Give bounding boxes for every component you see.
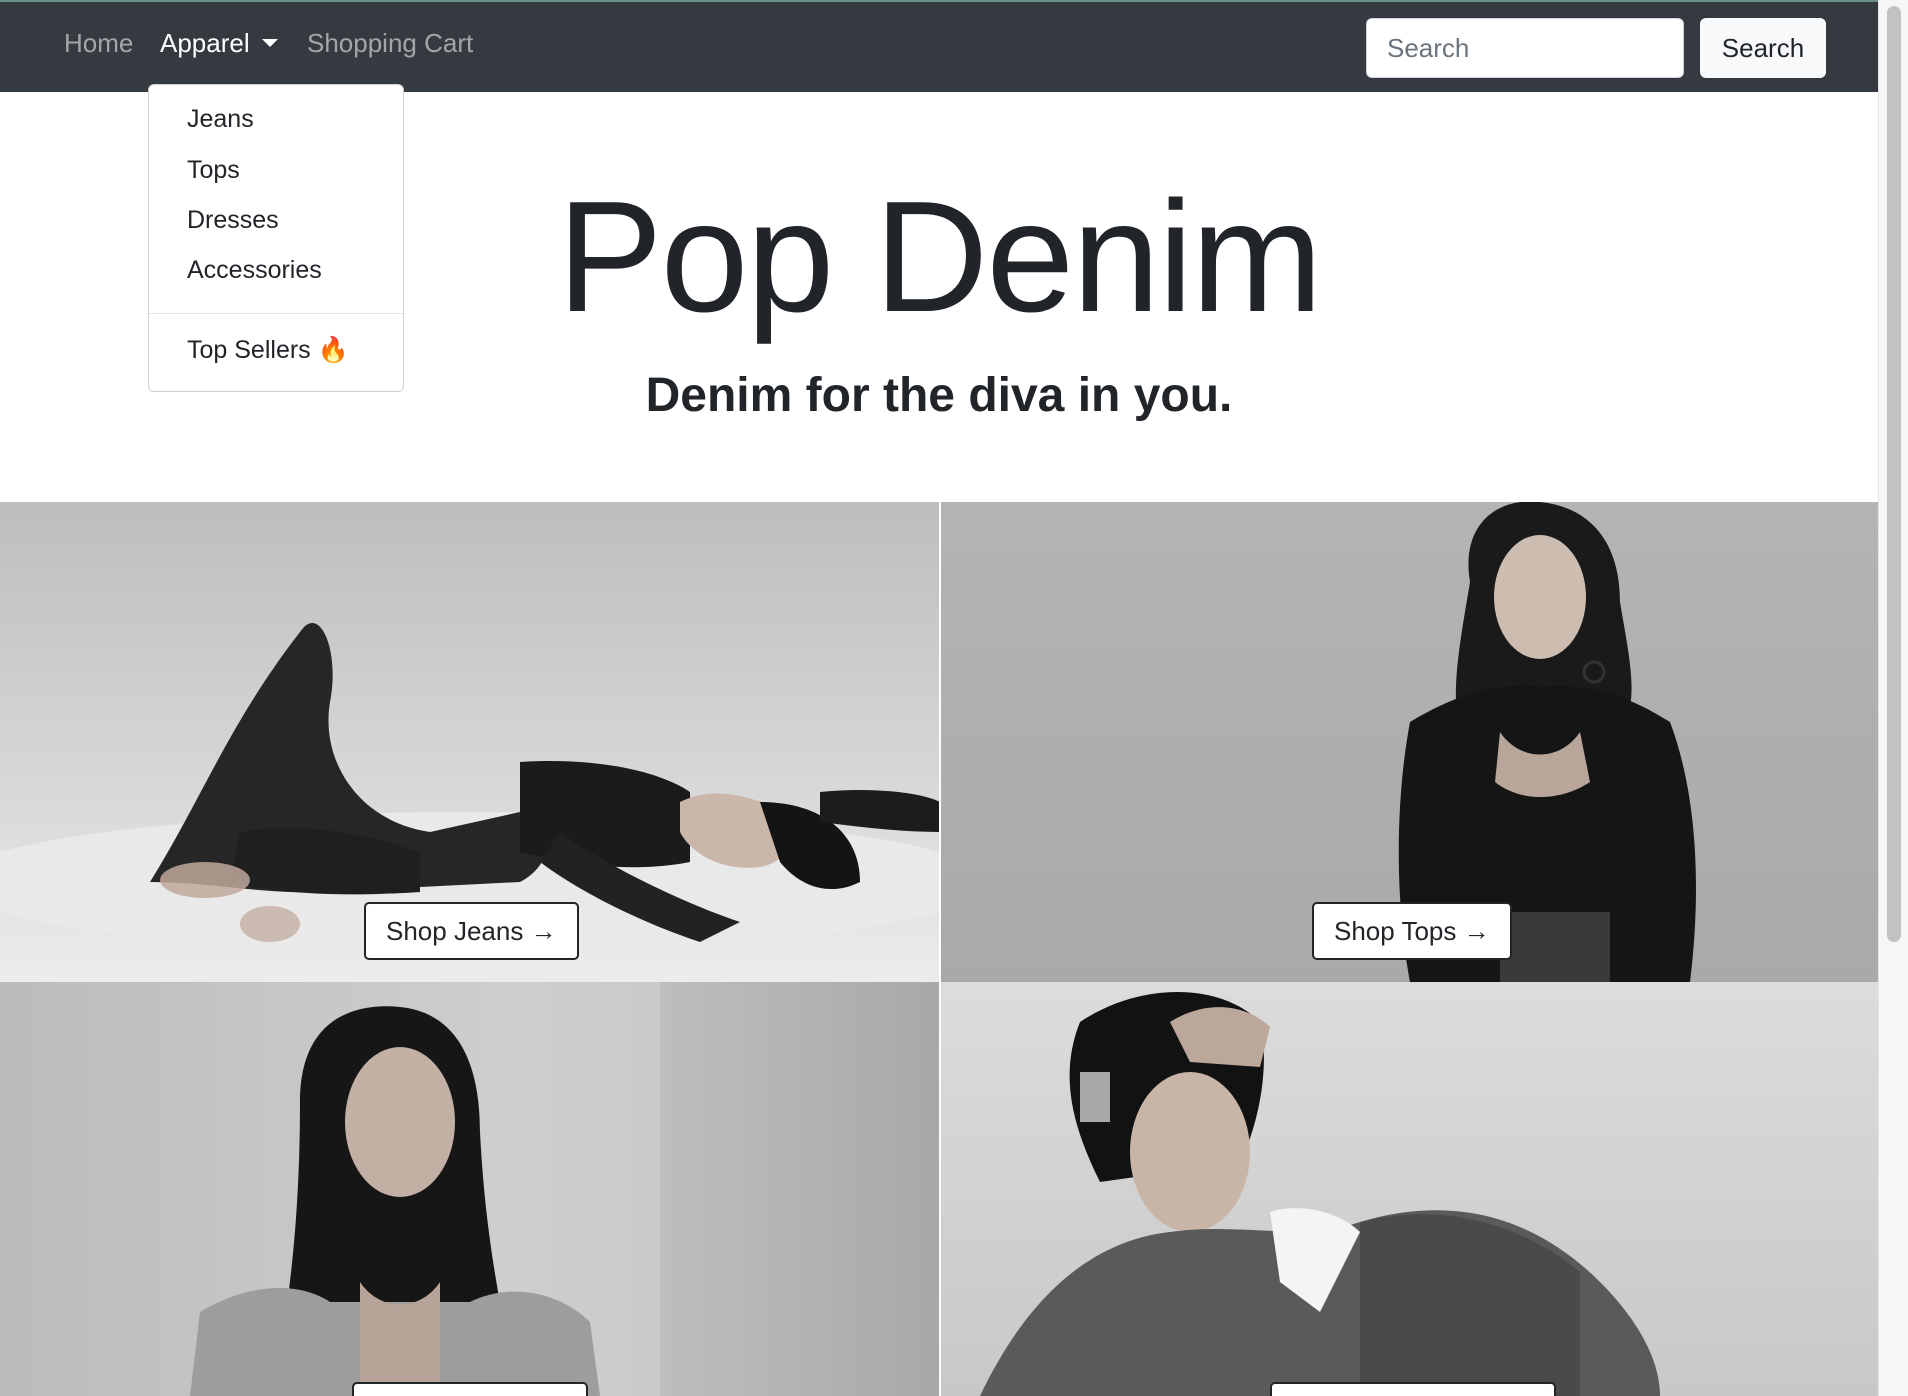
scrollbar-thumb[interactable]	[1887, 6, 1901, 942]
vertical-scrollbar[interactable]	[1878, 0, 1908, 1396]
dropdown-item-dresses[interactable]: Dresses	[149, 206, 403, 235]
long-hair-model-photo	[0, 982, 660, 1396]
dropdown-divider	[149, 313, 403, 314]
dresses-category-image	[0, 982, 940, 1396]
shop-jeans-button[interactable]: Shop Jeans →	[364, 902, 579, 960]
denim-jacket-model-photo	[980, 992, 1660, 1396]
nav-apparel-label: Apparel	[160, 28, 250, 58]
shop-dresses-button[interactable]	[352, 1382, 588, 1396]
tops-category-image: Shop Tops →	[940, 502, 1878, 982]
jeans-category-image: Shop Jeans →	[0, 502, 940, 982]
page: Home Apparel Shopping Cart Search Pop De…	[0, 0, 1878, 1396]
shop-accessories-button[interactable]	[1270, 1382, 1556, 1396]
search-button[interactable]: Search	[1700, 18, 1826, 78]
dropdown-item-tops[interactable]: Tops	[149, 156, 403, 185]
dropdown-item-top-sellers[interactable]: Top Sellers 🔥	[149, 336, 403, 365]
dropdown-item-jeans[interactable]: Jeans	[149, 105, 403, 134]
nav-shopping-cart-link[interactable]: Shopping Cart	[307, 28, 473, 59]
shop-tops-button[interactable]: Shop Tops →	[1312, 902, 1512, 960]
grid-divider	[939, 502, 941, 1396]
nav-home-link[interactable]: Home	[64, 28, 133, 59]
dropdown-item-accessories[interactable]: Accessories	[149, 256, 403, 285]
nav-apparel-dropdown-toggle[interactable]: Apparel	[160, 28, 278, 59]
navbar: Home Apparel Shopping Cart Search	[0, 0, 1878, 92]
accessories-category-image	[940, 982, 1878, 1396]
caret-down-icon	[261, 39, 278, 47]
search-input[interactable]	[1366, 18, 1684, 78]
apparel-dropdown-menu: Jeans Tops Dresses Accessories Top Selle…	[148, 84, 404, 392]
